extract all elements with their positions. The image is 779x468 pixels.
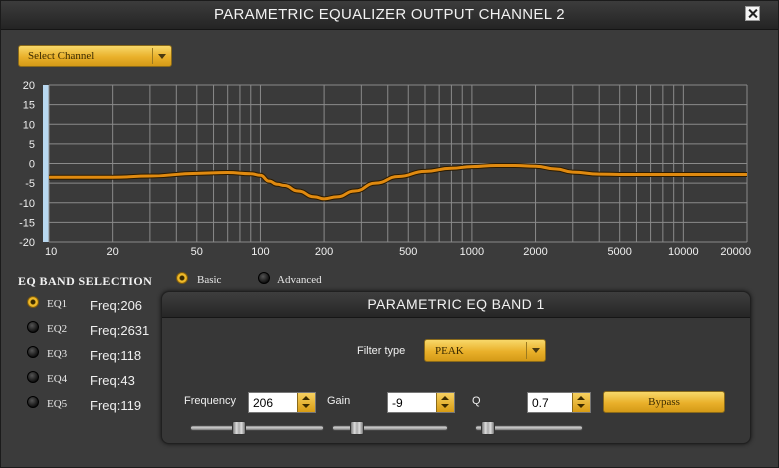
y-tick-label: -10 (19, 198, 35, 210)
x-tick-label: 200 (315, 246, 333, 258)
advanced-mode-radio[interactable] (258, 272, 270, 284)
window-title: PARAMETRIC EQUALIZER OUTPUT CHANNEL 2 (214, 6, 565, 23)
panel-header: PARAMETRIC EQ BAND 1 (162, 292, 750, 318)
increment-icon[interactable] (441, 396, 449, 400)
x-tick-label: 20 (107, 246, 119, 258)
frequency-stepper[interactable]: 206 (248, 392, 316, 413)
chevron-down-icon (158, 54, 166, 59)
y-tick-label: 5 (29, 139, 35, 151)
q-stepper[interactable]: 0.7 (527, 392, 591, 413)
bypass-button[interactable]: Bypass (603, 391, 725, 413)
gain-slider-thumb[interactable] (350, 421, 364, 435)
eq1-freq: Freq:206 (90, 298, 143, 313)
eq3-freq: Freq:118 (90, 348, 142, 363)
eq4-radio[interactable] (27, 371, 39, 383)
panel-title: PARAMETRIC EQ BAND 1 (367, 296, 545, 312)
x-tick-label: 100 (251, 246, 269, 258)
x-tick-label: 20000 (720, 246, 751, 258)
eq-band-selection-title: EQ BAND SELECTION (18, 274, 153, 288)
x-tick-label: 10 (45, 246, 57, 258)
eq1-label: EQ1 (47, 298, 68, 310)
y-tick-label: -20 (19, 237, 35, 249)
y-tick-label: -5 (25, 178, 35, 190)
eq-chart-svg: 20151050-5-10-15-2010 20 50 100 200 500 1000 20… (19, 80, 751, 258)
filter-type-dropdown[interactable]: PEAK (424, 339, 546, 362)
gain-value: -9 (392, 396, 403, 410)
y-tick-label: 0 (29, 159, 35, 171)
eq4-label: EQ4 (47, 373, 68, 385)
q-label: Q (472, 395, 481, 407)
gain-label: Gain (327, 395, 351, 407)
y-tick-label: 20 (23, 80, 35, 92)
dropdown-separator (526, 342, 527, 359)
eq-window: PARAMETRIC EQUALIZER OUTPUT CHANNEL 2 Se… (0, 0, 779, 468)
eq3-radio[interactable] (27, 346, 39, 358)
x-tick-label: 50 (191, 246, 203, 258)
y-tick-label: -15 (19, 217, 35, 229)
gain-stepper[interactable]: -9 (387, 392, 455, 413)
decrement-icon[interactable] (577, 404, 585, 408)
x-tick-label: 5000 (607, 246, 631, 258)
x-tick-label: 1000 (460, 246, 484, 258)
eq-band-panel: PARAMETRIC EQ BAND 1 Filter type PEAK Fr… (161, 291, 751, 444)
eq2-label: EQ2 (47, 323, 68, 335)
q-slider-thumb[interactable] (481, 421, 495, 435)
chevron-down-icon (532, 348, 540, 353)
title-bar: PARAMETRIC EQUALIZER OUTPUT CHANNEL 2 (1, 1, 778, 30)
dropdown-separator (152, 48, 153, 64)
frequency-slider-thumb[interactable] (232, 421, 246, 435)
select-channel-dropdown[interactable]: Select Channel (18, 45, 172, 67)
filter-type-value: PEAK (435, 345, 464, 357)
eq5-freq: Freq:119 (90, 398, 142, 413)
increment-icon[interactable] (302, 396, 310, 400)
frequency-slider[interactable] (190, 421, 324, 435)
increment-icon[interactable] (577, 396, 585, 400)
x-tick-label: 500 (399, 246, 417, 258)
basic-mode-label: Basic (197, 274, 222, 286)
filter-type-label: Filter type (357, 345, 406, 357)
eq5-radio[interactable] (27, 396, 39, 408)
q-slider[interactable] (475, 421, 583, 435)
select-channel-label: Select Channel (28, 50, 95, 62)
y-tick-label: 10 (23, 119, 35, 131)
eq2-freq: Freq:2631 (90, 323, 150, 338)
eq-response-chart: 20 15 10 5 0 -5 -10 -15 -20 10 20 50 100 200 500 1000 20… (13, 75, 753, 265)
eq5-label: EQ5 (47, 398, 68, 410)
basic-mode-radio[interactable] (176, 272, 188, 284)
decrement-icon[interactable] (302, 404, 310, 408)
q-stepper-buttons[interactable] (572, 393, 590, 412)
q-value: 0.7 (532, 396, 549, 410)
eq1-radio[interactable] (27, 296, 39, 308)
gain-slider[interactable] (332, 421, 448, 435)
x-tick-label: 2000 (523, 246, 547, 258)
frequency-label: Frequency (184, 395, 236, 407)
close-icon[interactable] (745, 6, 760, 21)
gain-stepper-buttons[interactable] (436, 393, 454, 412)
eq2-radio[interactable] (27, 321, 39, 333)
eq4-freq: Freq:43 (90, 373, 135, 388)
x-tick-label: 10000 (668, 246, 699, 258)
frequency-value: 206 (253, 396, 274, 410)
y-tick-label: 15 (23, 100, 35, 112)
frequency-stepper-buttons[interactable] (297, 393, 315, 412)
decrement-icon[interactable] (441, 404, 449, 408)
eq3-label: EQ3 (47, 348, 68, 360)
chart-left-band (43, 85, 49, 242)
advanced-mode-label: Advanced (277, 274, 322, 286)
